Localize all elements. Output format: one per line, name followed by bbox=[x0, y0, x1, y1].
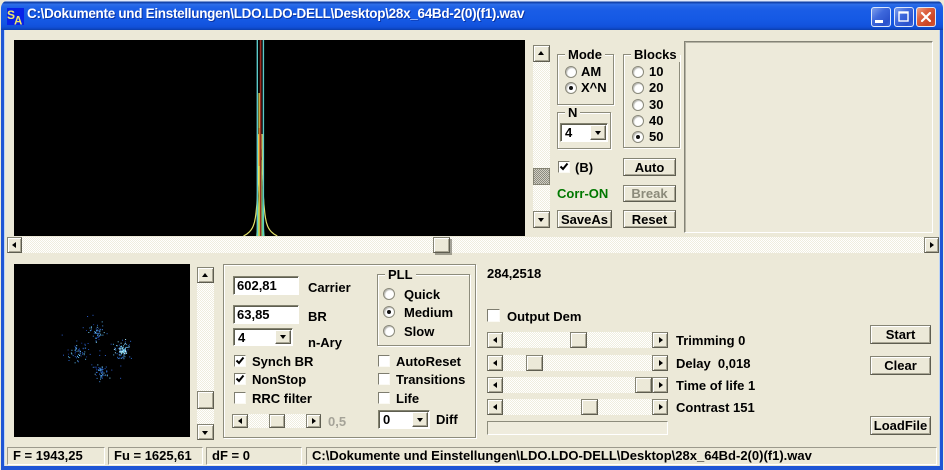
svg-text:A: A bbox=[14, 16, 22, 26]
